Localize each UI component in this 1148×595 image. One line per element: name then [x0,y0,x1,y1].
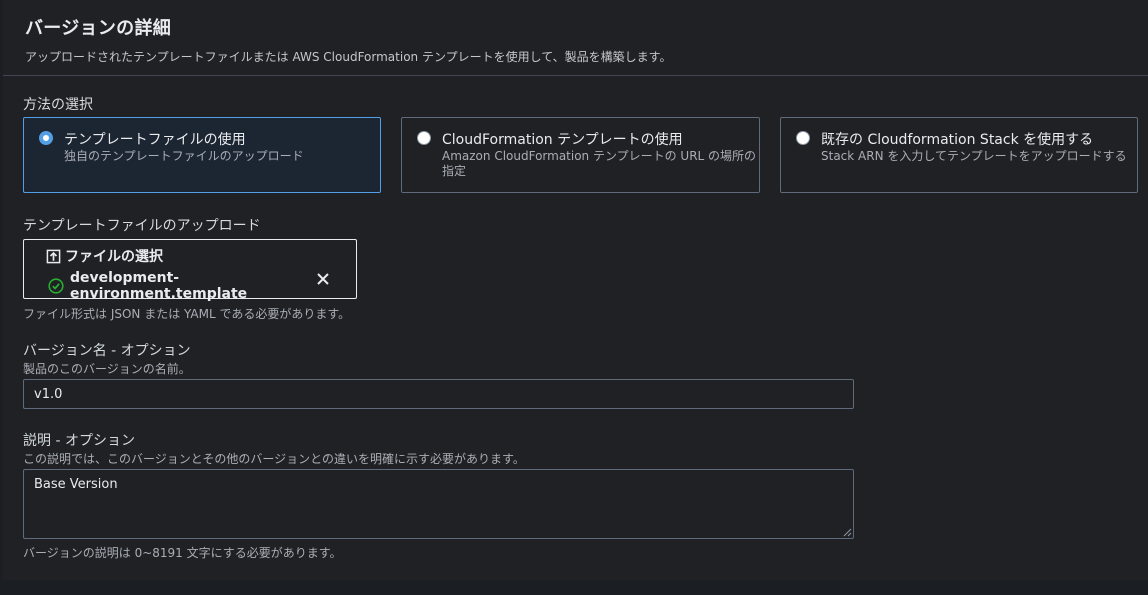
tile-template-file-title: テンプレートファイルの使用 [64,132,246,148]
tile-existing-stack-desc: Stack ARN を入力してテンプレートをアップロードする [821,149,1127,163]
tile-cloudformation-template-desc: Amazon CloudFormation テンプレートの URL の場所の 指… [442,149,756,179]
file-upload-box: ファイルの選択 development-environment.template [23,239,357,302]
version-details-panel: バージョンの詳細 アップロードされたテンプレートファイルまたは AWS Clou… [3,0,1148,580]
version-name-input[interactable] [23,379,854,409]
description-textarea[interactable]: Base Version [23,469,854,539]
resize-handle-icon[interactable] [843,528,852,537]
check-circle-icon [48,278,64,294]
selected-file-name: development-environment.template [69,270,248,302]
panel-header: バージョンの詳細 アップロードされたテンプレートファイルまたは AWS Clou… [25,14,671,65]
tile-cloudformation-desc-line1: Amazon CloudFormation テンプレートの URL の場所の [442,149,757,163]
upload-hint: ファイル形式は JSON または YAML である必要があります。 [23,307,351,321]
tile-template-file-desc: 独自のテンプレートファイルのアップロード [64,149,304,163]
description-label: 説明 - オプション [23,433,135,449]
choose-file-label: ファイルの選択 [65,249,163,265]
page-title: バージョンの詳細 [25,18,172,39]
tile-template-file[interactable]: テンプレートファイルの使用 独自のテンプレートファイルのアップロード [23,117,381,193]
version-name-description: 製品のこのバージョンの名前。 [23,362,191,376]
tile-existing-stack[interactable]: 既存の Cloudformation Stack を使用する Stack ARN… [780,117,1138,193]
upload-label: テンプレートファイルのアップロード [23,218,261,234]
version-name-label: バージョン名 - オプション [23,343,191,359]
tile-cloudformation-template-title: CloudFormation テンプレートの使用 [442,132,683,148]
upload-icon [46,249,61,263]
page-subtitle: アップロードされたテンプレートファイルまたは AWS CloudFormatio… [25,50,672,64]
description-help: この説明では、このバージョンとその他のバージョンとの違いを明確に示す必要がありま… [23,452,525,466]
radio-template-file[interactable] [39,131,53,145]
header-divider [3,75,1148,76]
description-hint: バージョンの説明は 0~8191 文字にする必要があります。 [23,546,342,560]
tile-cloudformation-desc-line2: 指定 [442,164,467,178]
tile-cloudformation-template[interactable]: CloudFormation テンプレートの使用 Amazon CloudFor… [401,117,760,193]
choose-file-button[interactable]: ファイルの選択 [46,246,163,266]
radio-existing-stack[interactable] [796,131,810,145]
tile-existing-stack-title: 既存の Cloudformation Stack を使用する [821,132,1094,148]
method-label: 方法の選択 [23,97,93,113]
remove-icon[interactable] [315,271,331,287]
selected-file: development-environment.template [48,270,356,302]
radio-cloudformation-template[interactable] [417,131,431,145]
